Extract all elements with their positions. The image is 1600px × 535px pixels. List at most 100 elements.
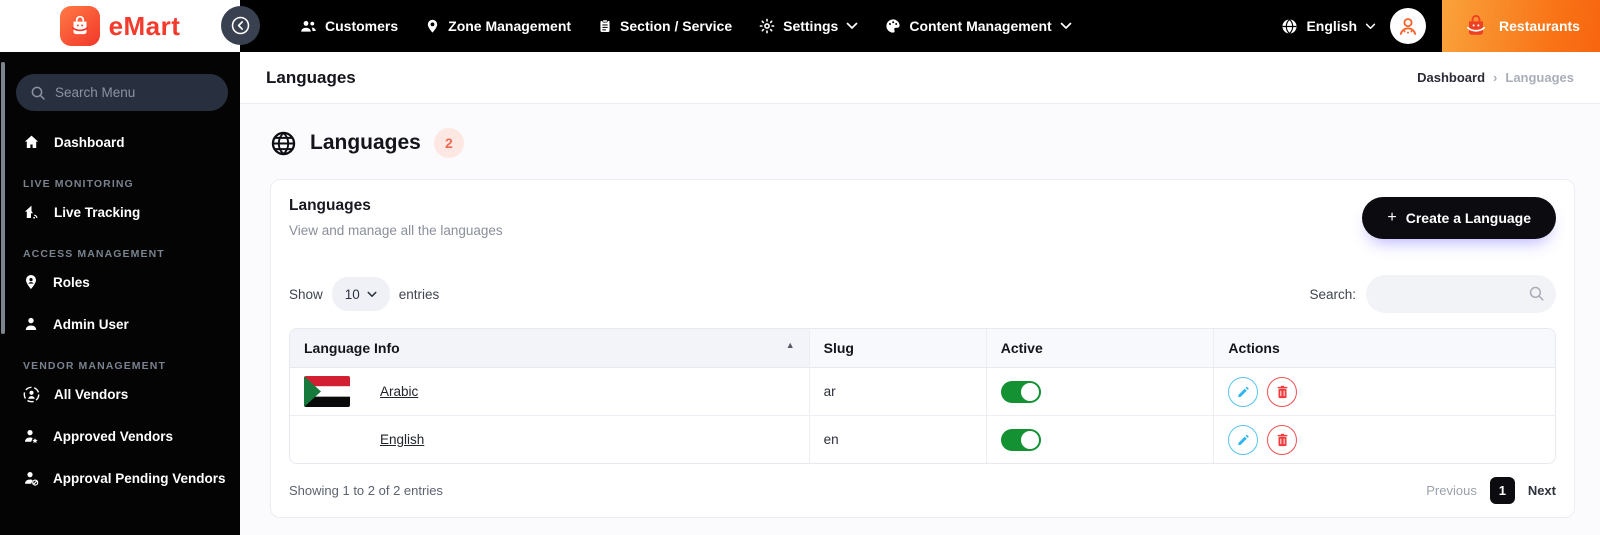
sidebar-search-input[interactable] (55, 85, 214, 100)
column-header-active[interactable]: Active (985, 329, 1214, 368)
table-search-group: Search: (1309, 275, 1556, 313)
delete-button-arabic[interactable] (1267, 376, 1298, 407)
pagination: Previous 1 Next (1426, 477, 1556, 504)
sidebar-item-approved-vendors[interactable]: Approved Vendors (0, 415, 240, 457)
globe-heading-icon (270, 130, 297, 157)
topbar-right-cluster: English (1281, 8, 1442, 44)
sidebar-item-label: All Vendors (54, 386, 129, 402)
sidebar-item-approval-pending-vendors[interactable]: Approval Pending Vendors (0, 457, 240, 499)
top-menu: Customers Zone Management Section / Serv… (240, 18, 1072, 34)
trash-icon (1277, 433, 1288, 446)
page-header: Languages Dashboard › Languages (240, 52, 1600, 104)
card-header: Languages View and manage all the langua… (289, 197, 1556, 239)
breadcrumb-dashboard[interactable]: Dashboard (1417, 70, 1485, 85)
brand-logo[interactable]: eMart (0, 0, 240, 52)
vendor-star-icon (23, 428, 39, 444)
edit-button-english[interactable] (1228, 424, 1259, 455)
delete-button-english[interactable] (1267, 424, 1298, 455)
nav-settings[interactable]: Settings (759, 18, 858, 34)
vendor-pending-icon (23, 470, 39, 486)
sidebar-collapse-button[interactable] (221, 6, 260, 45)
chevron-down-icon (846, 22, 858, 30)
current-page-button[interactable]: 1 (1489, 477, 1515, 504)
main-content: Languages Dashboard › Languages Language… (240, 52, 1600, 535)
nav-zone-management[interactable]: Zone Management (425, 18, 571, 34)
table-controls: Show 10 entries Search: (289, 275, 1556, 313)
language-selector-value: English (1306, 18, 1357, 34)
show-label: Show (289, 286, 323, 302)
card-subtitle: View and manage all the languages (289, 223, 503, 238)
sidebar-item-label: Approved Vendors (53, 428, 174, 444)
restaurant-bag-icon (1462, 12, 1490, 40)
restaurants-switch[interactable]: Restaurants (1442, 0, 1600, 52)
column-header-language-info[interactable]: Language Info ▲ (290, 329, 809, 368)
sidebar-section-access-management: ACCESS MANAGEMENT (23, 248, 165, 260)
languages-count-badge: 2 (433, 128, 464, 158)
content-area: Languages 2 Languages View and manage al… (240, 104, 1600, 518)
tracking-home-icon (23, 204, 40, 220)
top-navigation-bar: eMart Customers Zone Management Section … (0, 0, 1600, 52)
vendors-circle-icon (23, 386, 40, 403)
sidebar-item-label: Approval Pending Vendors (53, 470, 226, 486)
entries-summary: Showing 1 to 2 of 2 entries (289, 483, 443, 498)
gear-icon (759, 18, 775, 34)
active-toggle-english[interactable] (1000, 428, 1041, 451)
sidebar-item-roles[interactable]: Roles (0, 261, 240, 303)
sidebar-item-label: Dashboard (54, 134, 125, 150)
nav-content-management-label: Content Management (909, 18, 1052, 34)
nav-customers[interactable]: Customers (300, 18, 398, 34)
create-language-button[interactable]: + Create a Language (1362, 197, 1556, 239)
table-row: Arabic ar (290, 368, 1555, 415)
breadcrumb-current: Languages (1505, 70, 1574, 85)
sidebar-search[interactable] (16, 74, 228, 111)
entries-per-page-value: 10 (344, 286, 360, 302)
sort-ascending-icon[interactable]: ▲ (786, 340, 795, 350)
sidebar-scrollbar[interactable] (1, 62, 5, 334)
breadcrumb: Dashboard › Languages (1417, 70, 1574, 85)
sidebar-item-admin-user[interactable]: Admin User (0, 303, 240, 345)
language-link-arabic[interactable]: Arabic (380, 384, 418, 399)
toggle-knob (1020, 430, 1039, 449)
entries-per-page-select[interactable]: 10 (331, 277, 390, 311)
brand-name: eMart (108, 10, 181, 41)
sidebar-item-all-vendors[interactable]: All Vendors (0, 373, 240, 415)
sidebar-item-label: Admin User (53, 316, 129, 332)
languages-heading: Languages (310, 131, 421, 154)
trash-icon (1277, 385, 1288, 398)
heading-row: Languages 2 (270, 128, 1574, 158)
nav-settings-label: Settings (783, 18, 839, 34)
next-page-button[interactable]: Next (1528, 483, 1556, 498)
column-header-actions[interactable]: Actions (1213, 329, 1555, 368)
globe-icon (1281, 18, 1298, 35)
previous-page-button[interactable]: Previous (1426, 483, 1477, 498)
user-avatar[interactable] (1390, 8, 1426, 44)
active-toggle-arabic[interactable] (1000, 380, 1041, 403)
breadcrumb-separator: › (1493, 70, 1498, 85)
language-selector[interactable]: English (1281, 18, 1376, 35)
sidebar-section-vendor-management: VENDOR MANAGEMENT (23, 360, 166, 372)
nav-section-service[interactable]: Section / Service (598, 18, 732, 34)
column-header-slug[interactable]: Slug (808, 329, 986, 368)
flag-placeholder (304, 424, 350, 455)
sidebar-item-label: Live Tracking (54, 204, 141, 220)
edit-button-arabic[interactable] (1228, 376, 1259, 407)
nav-customers-label: Customers (325, 18, 399, 34)
sidebar-item-live-tracking[interactable]: Live Tracking (0, 191, 240, 233)
restaurants-label: Restaurants (1499, 18, 1580, 34)
nav-section-service-label: Section / Service (620, 18, 733, 34)
slug-cell: ar (808, 368, 986, 415)
table-footer: Showing 1 to 2 of 2 entries Previous 1 N… (289, 477, 1556, 504)
language-link-english[interactable]: English (380, 432, 424, 447)
arrow-left-circle-icon (231, 16, 250, 35)
plus-icon: + (1387, 209, 1397, 226)
entries-label: entries (398, 286, 440, 302)
role-pin-icon (23, 274, 39, 290)
nav-zone-management-label: Zone Management (448, 18, 572, 34)
sudan-flag (304, 376, 350, 407)
page-title: Languages (266, 67, 356, 87)
search-icon (30, 85, 46, 101)
create-language-label: Create a Language (1405, 210, 1531, 226)
people-icon (300, 19, 317, 34)
nav-content-management[interactable]: Content Management (885, 18, 1072, 34)
sidebar-item-dashboard[interactable]: Dashboard (0, 121, 240, 163)
